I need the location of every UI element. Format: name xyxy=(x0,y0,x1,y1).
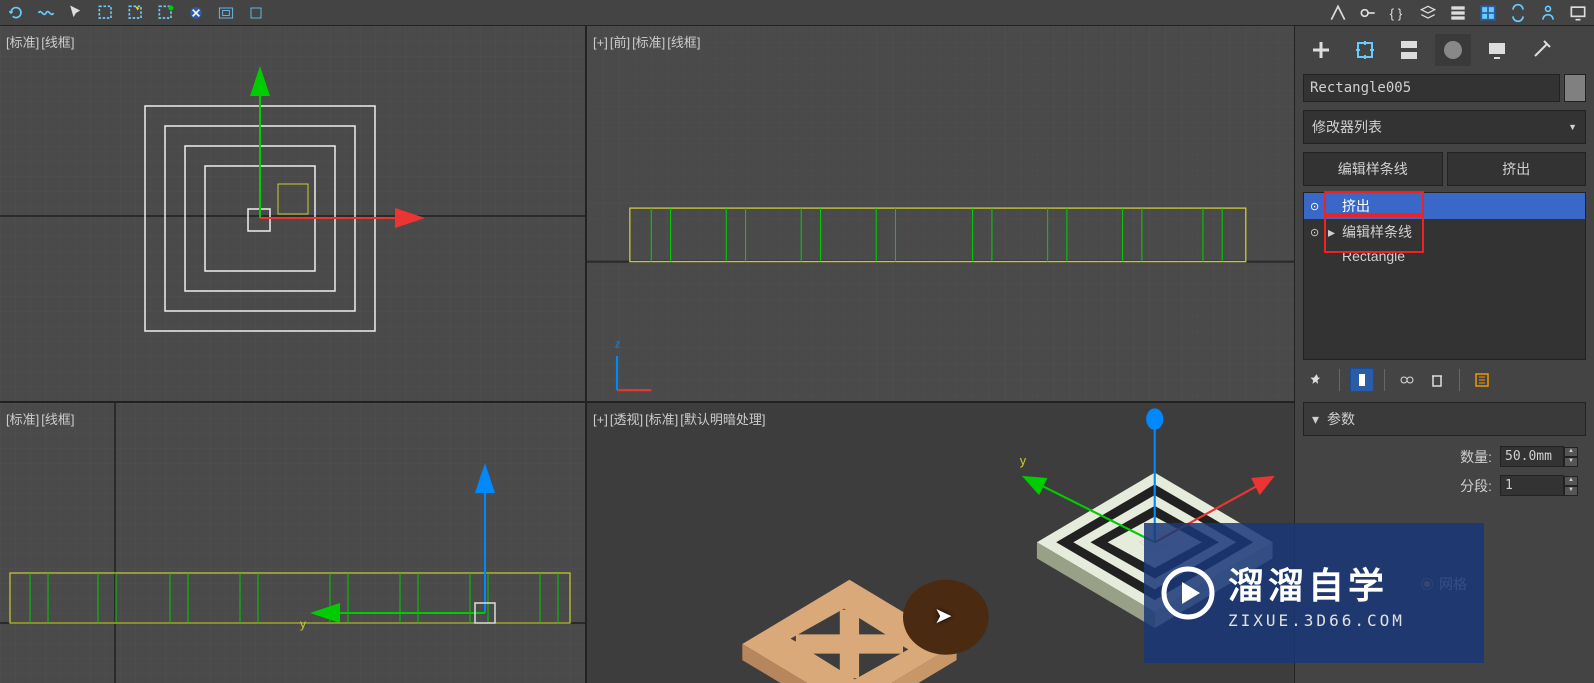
tool-undo-icon[interactable] xyxy=(4,2,28,24)
radio-icon xyxy=(1421,578,1433,590)
tool-layers-icon[interactable] xyxy=(1416,2,1440,24)
tool-brace-icon[interactable]: { } xyxy=(1386,2,1410,24)
rollout-parameters-body: 数量: ▲ ▼ 分段: ▲ ▼ xyxy=(1303,436,1586,604)
make-unique-icon[interactable] xyxy=(1395,368,1419,392)
tool-axis-icon[interactable] xyxy=(1326,2,1350,24)
expand-icon[interactable]: ▸ xyxy=(1328,224,1342,241)
viewport-front-label[interactable]: [+][前][标准][线框] xyxy=(593,32,703,51)
tab-create-icon[interactable] xyxy=(1303,34,1339,66)
tool-move-icon[interactable] xyxy=(154,2,178,24)
tool-select-lasso-icon[interactable] xyxy=(124,2,148,24)
modifier-stack[interactable]: ⊙ 挤出 ⊙ ▸ 编辑样条线 Rectangle xyxy=(1303,192,1586,360)
object-color-swatch[interactable] xyxy=(1564,74,1586,102)
tool-wave-icon[interactable] xyxy=(34,2,58,24)
param-segments-label: 分段: xyxy=(1460,476,1492,496)
button-extrude[interactable]: 挤出 xyxy=(1447,152,1587,186)
tool-rotate-icon[interactable] xyxy=(184,2,208,24)
modifier-stack-toolbar xyxy=(1295,364,1594,402)
svg-text:y: y xyxy=(300,617,306,631)
spinner-down-icon[interactable]: ▼ xyxy=(1564,486,1578,496)
tool-person-icon[interactable] xyxy=(1536,2,1560,24)
viewport-perspective-label[interactable]: [+][透视][标准][默认明暗处理] xyxy=(593,409,768,428)
radio-mesh-label: 网格 xyxy=(1439,574,1467,594)
viewport-left[interactable]: [标准][线框] xyxy=(0,403,585,683)
param-segments-input[interactable] xyxy=(1500,475,1564,496)
output-mesh-radio[interactable]: 网格 xyxy=(1421,574,1578,594)
spinner-up-icon[interactable]: ▲ xyxy=(1564,447,1578,457)
rollout-parameters-header[interactable]: ▾ 参数 xyxy=(1303,402,1586,436)
button-edit-spline[interactable]: 编辑样条线 xyxy=(1303,152,1443,186)
modifier-list-dropdown[interactable]: 修改器列表 ▼ xyxy=(1303,110,1586,144)
tool-monitor-icon[interactable] xyxy=(1566,2,1590,24)
rollout-arrow-icon: ▾ xyxy=(1312,411,1319,428)
viewport-top[interactable]: [标准][线框] xyxy=(0,26,585,401)
svg-text:{ }: { } xyxy=(1390,6,1403,21)
object-name-input[interactable] xyxy=(1303,74,1560,102)
tool-key-icon[interactable] xyxy=(1356,2,1380,24)
visibility-icon[interactable]: ⊙ xyxy=(1310,200,1328,213)
tab-hierarchy-icon[interactable] xyxy=(1391,34,1427,66)
param-amount-input[interactable] xyxy=(1500,446,1564,467)
stack-item-label: 编辑样条线 xyxy=(1342,222,1412,242)
stack-item-extrude[interactable]: ⊙ 挤出 xyxy=(1304,193,1585,219)
stack-item-edit-spline[interactable]: ⊙ ▸ 编辑样条线 xyxy=(1304,219,1585,245)
tool-stack-icon[interactable] xyxy=(1446,2,1470,24)
viewport-perspective[interactable]: [+][透视][标准][默认明暗处理] xyxy=(587,403,1294,683)
remove-modifier-icon[interactable] xyxy=(1425,368,1449,392)
modifier-list-label: 修改器列表 xyxy=(1312,117,1382,137)
tab-motion-icon[interactable] xyxy=(1435,34,1471,66)
dropdown-arrow-icon: ▼ xyxy=(1568,122,1577,132)
svg-text:y: y xyxy=(1020,453,1027,468)
stack-item-label: 挤出 xyxy=(1342,196,1370,216)
viewport-top-label[interactable]: [标准][线框] xyxy=(6,32,76,51)
show-end-result-icon[interactable] xyxy=(1350,368,1374,392)
viewport-front[interactable]: [+][前][标准][线框] xyxy=(587,26,1294,401)
param-amount-label: 数量: xyxy=(1460,447,1492,467)
pin-stack-icon[interactable] xyxy=(1305,368,1329,392)
tab-display-icon[interactable] xyxy=(1479,34,1515,66)
tab-utilities-icon[interactable] xyxy=(1523,34,1559,66)
command-panel-tabs xyxy=(1295,26,1594,74)
spinner-down-icon[interactable]: ▼ xyxy=(1564,457,1578,467)
tool-select-arrow-icon[interactable] xyxy=(64,2,88,24)
svg-text:z: z xyxy=(615,338,620,350)
command-panel: 修改器列表 ▼ 编辑样条线 挤出 ⊙ 挤出 ⊙ ▸ 编辑样条线 Rectangl… xyxy=(1294,26,1594,683)
rollout-title: 参数 xyxy=(1327,409,1355,429)
tool-select-box-icon[interactable] xyxy=(94,2,118,24)
tool-snap-icon[interactable] xyxy=(244,2,268,24)
cursor-indicator-icon: ➤ xyxy=(934,603,952,629)
stack-item-label: Rectangle xyxy=(1342,248,1405,264)
stack-item-rectangle[interactable]: Rectangle xyxy=(1304,245,1585,267)
configure-sets-icon[interactable] xyxy=(1470,368,1494,392)
tool-grid-highlight-icon[interactable] xyxy=(1476,2,1500,24)
main-toolbar: { } xyxy=(0,0,1594,26)
tab-modify-icon[interactable] xyxy=(1347,34,1383,66)
visibility-icon[interactable]: ⊙ xyxy=(1310,226,1328,239)
spinner-up-icon[interactable]: ▲ xyxy=(1564,476,1578,486)
tool-scale-icon[interactable] xyxy=(214,2,238,24)
tool-sync-icon[interactable] xyxy=(1506,2,1530,24)
viewport-left-label[interactable]: [标准][线框] xyxy=(6,409,76,428)
viewport-grid: [标准][线框] xyxy=(0,26,1294,683)
